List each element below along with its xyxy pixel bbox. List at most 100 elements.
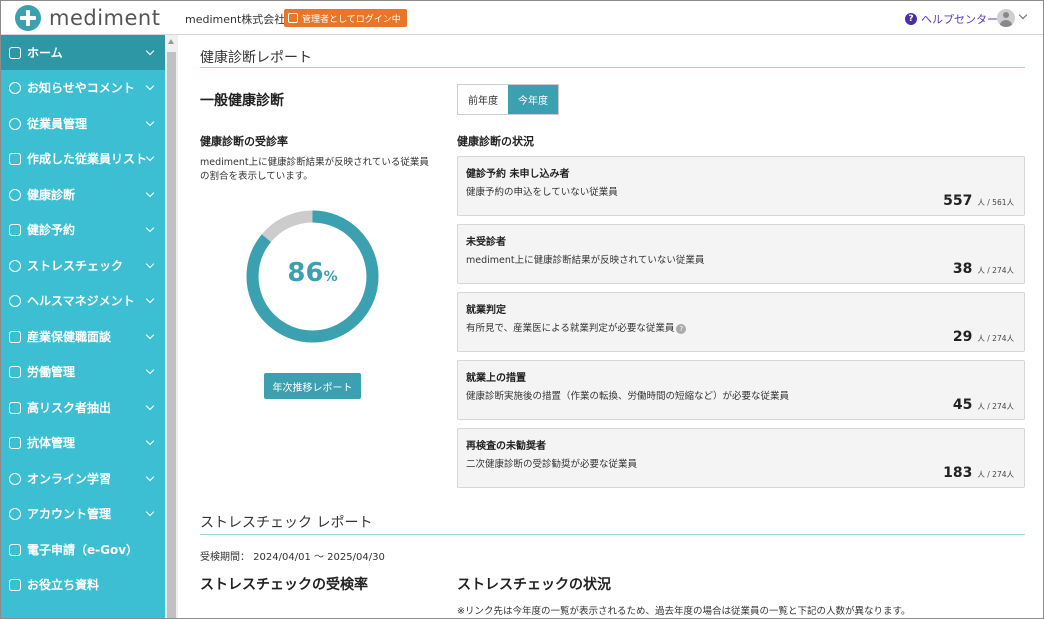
card-title: 就業上の措置 xyxy=(466,373,526,384)
card-unit: 人 / 274人 xyxy=(977,402,1014,411)
card-count[interactable]: 45 xyxy=(953,397,972,413)
card-title: 就業判定 xyxy=(466,305,506,316)
annual-trend-report-button[interactable]: 年次推移レポート xyxy=(264,373,361,399)
sidebar-item-label: お知らせやコメント xyxy=(27,81,135,95)
checkup-rate-value: 86% xyxy=(240,258,385,288)
stress-report-title: ストレスチェック レポート xyxy=(200,515,373,531)
section-divider xyxy=(200,534,1025,535)
chevron-down-icon xyxy=(145,365,155,374)
sidebar-item-resources[interactable]: お役立ち資料 xyxy=(1,567,165,602)
stethoscope-icon xyxy=(9,188,21,201)
sidebar-item-home[interactable]: ホーム xyxy=(1,35,165,70)
help-center-label: ヘルプセンター xyxy=(921,13,998,26)
sidebar-item-stress-check[interactable]: ストレスチェック xyxy=(1,248,165,283)
exam-period: 受検期間： 2024/04/01 ～ 2025/04/30 xyxy=(200,552,385,563)
sidebar-item-label: お役立ち資料 xyxy=(27,578,100,592)
top-header: mediment mediment株式会社 管理者としてログイン中 ? ヘルプセ… xyxy=(1,1,1043,35)
sidebar-item-antibody[interactable]: 抗体管理 xyxy=(1,425,165,460)
monitor-check-icon xyxy=(9,543,21,556)
checkup-status-title: 健康診断の状況 xyxy=(457,135,534,148)
home-icon xyxy=(9,46,21,59)
rate-unit: % xyxy=(323,269,338,285)
users-icon xyxy=(9,117,21,130)
card-description: 二次健康診断の受診勧奨が必要な従業員 xyxy=(466,459,638,470)
company-name: mediment株式会社 xyxy=(185,13,286,26)
sidebar-item-label: オンライン学習 xyxy=(27,472,112,486)
sidebar-item-occupational-interview[interactable]: 産業保健職面談 xyxy=(1,319,165,354)
card-count[interactable]: 557 xyxy=(943,193,972,209)
status-card-work-judgment[interactable]: 就業判定 有所見で、産業医による就業判定が必要な従業員? 29 人 / 274人 xyxy=(457,292,1025,352)
heart-icon xyxy=(9,259,21,272)
syringe-icon xyxy=(9,436,21,449)
card-count[interactable]: 38 xyxy=(953,261,972,277)
card-count[interactable]: 29 xyxy=(953,329,972,345)
sidebar-item-labor-management[interactable]: 労働管理 xyxy=(1,354,165,389)
sidebar: ホーム お知らせやコメント 従業員管理 作成した従業員リスト 健康診断 健診予約… xyxy=(1,35,165,618)
card-description: 健康予約の申込をしていない従業員 xyxy=(466,187,618,198)
timer-icon xyxy=(9,365,21,378)
general-checkup-heading: 一般健康診断 xyxy=(200,93,284,109)
sidebar-item-checkup-booking[interactable]: 健診予約 xyxy=(1,212,165,247)
document-icon xyxy=(9,578,21,591)
chevron-down-icon xyxy=(145,436,155,445)
sidebar-item-high-risk[interactable]: 高リスク者抽出 xyxy=(1,390,165,425)
scroll-up-arrow-icon[interactable] xyxy=(168,39,174,44)
scrollbar-thumb[interactable] xyxy=(167,52,176,618)
sidebar-item-label: ホーム xyxy=(27,46,63,60)
tab-previous-year[interactable]: 前年度 xyxy=(458,85,508,114)
checkup-rate-description: mediment上に健康診断結果が反映されている従業員の割合を表示しています。 xyxy=(200,157,429,182)
warning-icon xyxy=(9,401,21,414)
chevron-down-icon xyxy=(145,81,155,90)
card-count[interactable]: 183 xyxy=(943,465,972,481)
status-card-reexam-recommend[interactable]: 再検査の未勧奨者 二次健康診断の受診勧奨が必要な従業員 183 人 / 274人 xyxy=(457,428,1025,488)
admin-login-badge[interactable]: 管理者としてログイン中 xyxy=(284,9,407,27)
sidebar-item-health-management[interactable]: ヘルスマネジメント xyxy=(1,283,165,318)
question-icon: ? xyxy=(905,13,917,25)
chevron-down-icon xyxy=(145,401,155,410)
gear-icon xyxy=(9,507,21,520)
mediment-logo[interactable]: mediment xyxy=(15,5,160,31)
sidebar-item-account[interactable]: アカウント管理 xyxy=(1,496,165,531)
sidebar-item-label: ヘルスマネジメント xyxy=(27,294,135,308)
card-description: 有所見で、産業医による就業判定が必要な従業員 xyxy=(466,323,675,334)
sidebar-item-health-checkup[interactable]: 健康診断 xyxy=(1,177,165,212)
card-unit: 人 / 274人 xyxy=(977,470,1014,479)
status-card-work-measures[interactable]: 就業上の措置 健康診断実施後の措置（作業の転換、労働時間の短縮など）が必要な従業… xyxy=(457,360,1025,420)
sidebar-item-online-learning[interactable]: オンライン学習 xyxy=(1,461,165,496)
chevron-down-icon[interactable] xyxy=(1018,10,1028,20)
cross-logo-icon xyxy=(15,5,41,31)
sidebar-item-label: 労働管理 xyxy=(27,365,76,379)
chevron-down-icon xyxy=(145,188,155,197)
help-center-link[interactable]: ? ヘルプセンター xyxy=(905,11,998,27)
card-title: 再検査の未勧奨者 xyxy=(466,441,546,452)
sidebar-item-label: 健康診断 xyxy=(27,188,76,202)
sidebar-item-e-gov[interactable]: 電子申請（e-Gov） xyxy=(1,532,165,567)
sidebar-item-employee-lists[interactable]: 作成した従業員リスト xyxy=(1,141,165,176)
chevron-down-icon xyxy=(145,472,155,481)
status-card-not-examined[interactable]: 未受診者 mediment上に健康診断結果が反映されていない従業員 38 人 / … xyxy=(457,224,1025,284)
user-avatar[interactable] xyxy=(997,9,1015,27)
card-title: 未受診者 xyxy=(466,237,506,248)
building-icon xyxy=(9,330,21,343)
chevron-down-icon xyxy=(145,507,155,516)
tab-current-year[interactable]: 今年度 xyxy=(508,85,558,114)
graduation-cap-icon xyxy=(9,472,21,485)
chevron-down-icon xyxy=(145,152,155,161)
logo-text: mediment xyxy=(49,6,161,30)
card-unit: 人 / 274人 xyxy=(977,266,1014,275)
section-divider xyxy=(200,67,1025,68)
chevron-down-icon xyxy=(145,294,155,303)
chevron-down-icon xyxy=(145,259,155,268)
chevron-down-icon xyxy=(145,46,155,55)
help-question-icon[interactable]: ? xyxy=(676,323,687,334)
chevron-down-icon xyxy=(145,117,155,126)
sidebar-item-label: 従業員管理 xyxy=(27,117,88,131)
card-description-wrap: 有所見で、産業医による就業判定が必要な従業員? xyxy=(466,320,687,334)
sidebar-item-notifications[interactable]: お知らせやコメント xyxy=(1,70,165,105)
status-card-unbooked[interactable]: 健診予約 未申し込み者 健康予約の申込をしていない従業員 557 人 / 561人 xyxy=(457,156,1025,216)
sidebar-item-employees[interactable]: 従業員管理 xyxy=(1,106,165,141)
admin-icon xyxy=(288,13,298,23)
card-description: 健康診断実施後の措置（作業の転換、労働時間の短縮など）が必要な従業員 xyxy=(466,391,790,402)
sidebar-item-label: 抗体管理 xyxy=(27,436,76,450)
admin-badge-label: 管理者としてログイン中 xyxy=(302,14,401,25)
